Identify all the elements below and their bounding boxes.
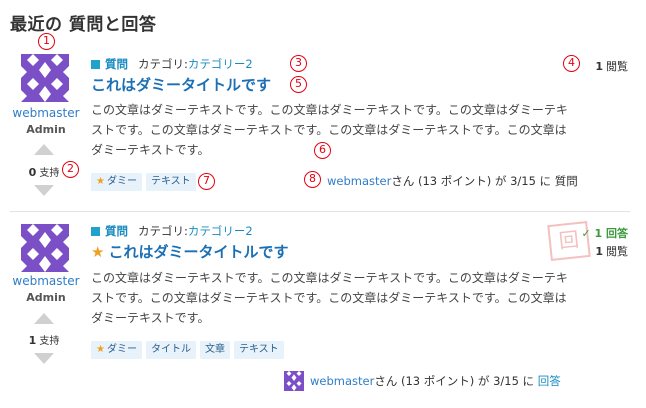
tag[interactable]: 文章 (199, 341, 230, 359)
user-role: Admin (26, 123, 66, 136)
page-title: 最近の 質問と回答 (10, 15, 157, 35)
footer-user-link[interactable]: webmaster (310, 374, 374, 388)
identicon-avatar (21, 54, 69, 102)
star-icon: ★ (91, 243, 105, 261)
tag-list: ★ ダミー テキスト (91, 173, 196, 191)
tag[interactable]: ★ ダミー (91, 341, 142, 359)
vote-label: 支持 (39, 336, 60, 347)
question-meta: 質問 カテゴリ: カテゴリー2 (91, 56, 253, 72)
question-type: 質問 (105, 57, 128, 71)
view-number: 1 (595, 60, 603, 73)
question-type: 質問 (105, 224, 128, 238)
vote-down-arrow-icon[interactable] (34, 185, 54, 196)
vote-count: 1 支持 (14, 332, 74, 347)
user-role: Admin (26, 291, 66, 304)
type-square-icon (91, 59, 100, 69)
footer-action: 質問 (554, 174, 578, 188)
user-avatar[interactable] (21, 54, 69, 102)
tag-list: ★ ダミー タイトル 文章 テキスト (91, 341, 284, 359)
user-avatar[interactable] (21, 224, 69, 272)
answer-count: ✓ 1 回答 (581, 227, 628, 240)
footer-action-link[interactable]: 回答 (538, 373, 561, 389)
question-excerpt: この文章はダミーテキストです。この文章はダミーテキストです。この文章はダミーテキ… (91, 271, 568, 325)
footer-meta: さん (13 ポイント) が 3/15 に (391, 174, 552, 188)
marker-2: 2 (62, 161, 79, 178)
marker-1: 1 (38, 33, 55, 50)
category-prefix: カテゴリ: (138, 224, 188, 238)
marker-3: 3 (290, 55, 307, 72)
vote-down-arrow-icon[interactable] (34, 353, 54, 364)
star-icon: ★ (96, 344, 105, 355)
question-item: webmaster Admin 1 支持 質問 カテゴリ: カテゴリー2 ★ これ… (0, 220, 646, 408)
question-title-text: これはダミータイトルです (108, 243, 289, 261)
type-square-icon (91, 226, 100, 236)
category-link[interactable]: カテゴリー2 (188, 223, 253, 239)
question-excerpt: この文章はダミーテキストです。この文章はダミーテキストです。この文章はダミーテキ… (91, 103, 568, 157)
question-footer: webmaster さん (13 ポイント) が 3/15 に 質問 (327, 173, 578, 189)
tag-label: タイトル (150, 344, 191, 355)
tag-label: ダミー (106, 176, 137, 187)
footer-user-link[interactable]: webmaster (327, 174, 391, 188)
vote-label: 支持 (39, 168, 60, 179)
tag-label: テキスト (150, 176, 191, 187)
divider (10, 211, 630, 212)
view-label: 閲覧 (606, 245, 628, 258)
question-meta: 質問 カテゴリ: カテゴリー2 (91, 223, 253, 239)
footer-meta: さん (13 ポイント) が 3/15 に (374, 374, 535, 388)
tag[interactable]: テキスト (233, 341, 284, 359)
category-prefix: カテゴリ: (138, 57, 188, 71)
star-icon: ★ (96, 176, 105, 187)
user-link[interactable]: webmaster (12, 274, 80, 288)
view-count: 1 閲覧 (595, 58, 628, 74)
tag[interactable]: ★ ダミー (91, 173, 142, 191)
vote-number: 0 (28, 166, 37, 179)
question-title[interactable]: ★ これはダミータイトルです (91, 241, 288, 262)
question-title[interactable]: これはダミータイトルです (91, 74, 271, 95)
vote-up-arrow-icon[interactable] (34, 313, 54, 324)
identicon-avatar (21, 224, 69, 272)
user-link[interactable]: webmaster (12, 106, 80, 120)
marker-4: 4 (563, 55, 580, 72)
view-count: 1 閲覧 (595, 243, 628, 259)
marker-8: 8 (304, 171, 321, 188)
view-number: 1 (595, 245, 603, 258)
marker-7: 7 (198, 173, 215, 190)
category-link[interactable]: カテゴリー2 (188, 56, 253, 72)
vote-number: 1 (28, 334, 37, 347)
marker-6: 6 (314, 142, 331, 159)
tag-label: テキスト (238, 344, 279, 355)
marker-5: 5 (290, 76, 307, 93)
tag-label: 文章 (204, 344, 225, 355)
question-item: webmaster Admin 0 支持 質問 カテゴリ: カテゴリー2 これは… (0, 45, 646, 208)
vote-up-arrow-icon[interactable] (34, 144, 54, 155)
view-label: 閲覧 (606, 60, 628, 73)
tag[interactable]: テキスト (145, 173, 196, 191)
tag-label: ダミー (106, 344, 137, 355)
answer-footer: webmaster さん (13 ポイント) が 3/15 に 回答 (284, 371, 561, 391)
identicon-avatar[interactable] (284, 371, 304, 391)
tag[interactable]: タイトル (145, 341, 196, 359)
